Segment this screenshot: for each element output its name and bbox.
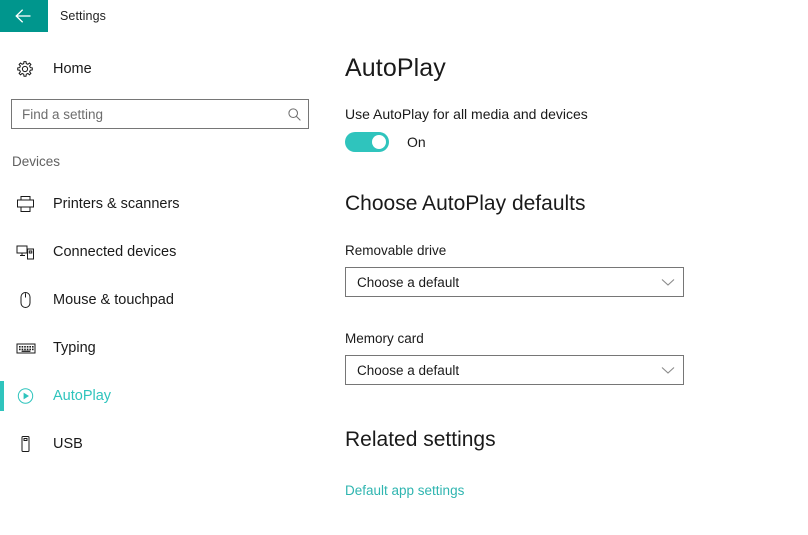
autoplay-toggle-caption: Use AutoPlay for all media and devices xyxy=(345,106,588,122)
related-section-title: Related settings xyxy=(345,428,496,451)
memory-card-label: Memory card xyxy=(345,331,424,346)
gear-icon xyxy=(16,60,40,78)
search-icon[interactable] xyxy=(280,107,308,122)
sidebar-item-home[interactable]: Home xyxy=(0,52,322,86)
defaults-section-title: Choose AutoPlay defaults xyxy=(345,192,586,215)
chevron-down-icon xyxy=(653,278,683,287)
sidebar-item-connected-devices[interactable]: Connected devices xyxy=(0,228,322,276)
sidebar-item-label: Connected devices xyxy=(53,244,177,260)
sidebar-item-label: Typing xyxy=(53,340,96,356)
removable-drive-dropdown[interactable]: Choose a default xyxy=(345,267,684,297)
connected-devices-icon xyxy=(16,243,42,261)
sidebar-item-typing[interactable]: Typing xyxy=(0,324,322,372)
mouse-icon xyxy=(16,291,42,309)
removable-drive-label: Removable drive xyxy=(345,243,447,258)
sidebar-section-header: Devices xyxy=(12,154,61,169)
toggle-knob xyxy=(372,135,386,149)
autoplay-toggle-state: On xyxy=(407,134,426,150)
sidebar-item-usb[interactable]: USB xyxy=(0,420,322,468)
sidebar-navigation: Printers & scanners Connected devices Mo… xyxy=(0,180,322,468)
sidebar: Home Devices Printers & scanner xyxy=(0,32,322,535)
sidebar-item-label: AutoPlay xyxy=(53,388,112,404)
window-title: Settings xyxy=(60,9,106,23)
sidebar-item-label: USB xyxy=(53,436,83,452)
memory-card-value: Choose a default xyxy=(357,362,460,378)
chevron-down-icon xyxy=(653,366,683,375)
sidebar-item-printers-scanners[interactable]: Printers & scanners xyxy=(0,180,322,228)
search-box[interactable] xyxy=(11,99,309,129)
back-button[interactable] xyxy=(0,0,48,32)
sidebar-item-home-label: Home xyxy=(53,61,92,77)
search-input[interactable] xyxy=(12,100,280,128)
main-content: AutoPlay Use AutoPlay for all media and … xyxy=(345,32,808,535)
page-title: AutoPlay xyxy=(345,54,446,82)
keyboard-icon xyxy=(16,339,42,357)
autoplay-toggle-row: On xyxy=(345,132,426,152)
sidebar-item-label: Printers & scanners xyxy=(53,196,180,212)
sidebar-item-label: Mouse & touchpad xyxy=(53,292,174,308)
autoplay-icon xyxy=(16,387,42,405)
sidebar-item-mouse-touchpad[interactable]: Mouse & touchpad xyxy=(0,276,322,324)
memory-card-dropdown[interactable]: Choose a default xyxy=(345,355,684,385)
titlebar: Settings xyxy=(0,0,808,32)
usb-icon xyxy=(16,435,42,453)
printer-icon xyxy=(16,195,42,213)
sidebar-item-autoplay[interactable]: AutoPlay xyxy=(0,372,322,420)
default-app-settings-link[interactable]: Default app settings xyxy=(345,483,464,498)
autoplay-toggle[interactable] xyxy=(345,132,389,152)
arrow-left-icon xyxy=(14,9,34,23)
removable-drive-value: Choose a default xyxy=(357,274,460,290)
